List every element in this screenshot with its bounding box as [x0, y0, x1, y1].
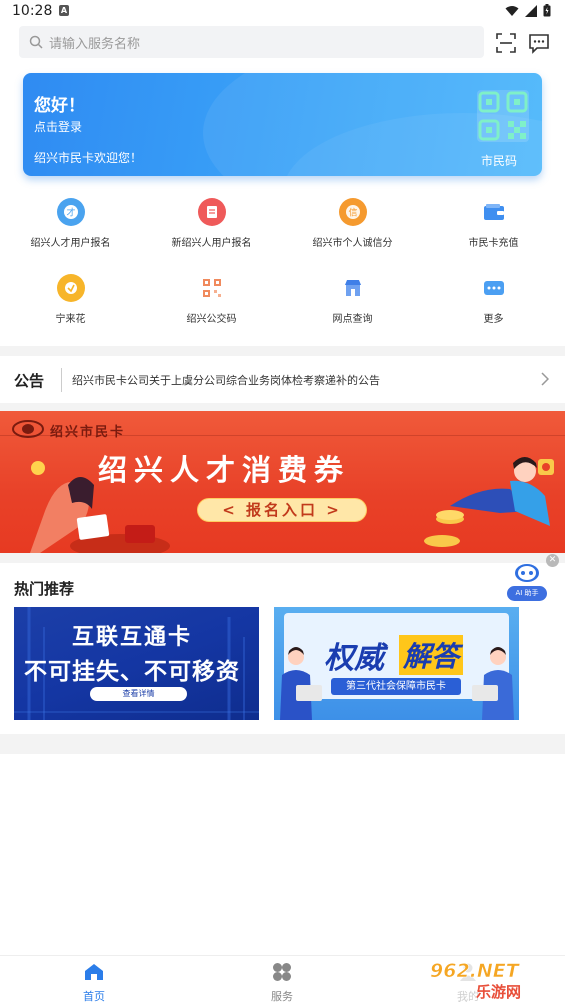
woman-illustration-icon: [30, 461, 170, 553]
section-divider: [0, 553, 565, 563]
grid-item-label: 绍兴公交码: [186, 314, 237, 325]
greeting-text: 您好！: [34, 96, 85, 116]
login-link[interactable]: 点击登录: [34, 118, 82, 135]
wallet-icon: [480, 198, 508, 226]
bus-qr-icon: [198, 274, 226, 302]
home-page: 10:28 A 请输入服务名称 您好！ 点击登录 绍兴市民卡欢迎您！ 市民码 才…: [0, 0, 565, 1004]
recommend-card-subtitle: 第三代社会保障市民卡: [331, 678, 461, 695]
notice-bar[interactable]: 公告 绍兴市民卡公司关于上虞分公司综合业务岗体检考察递补的公告: [0, 356, 565, 404]
recommend-card-title-part1: 权威: [324, 641, 384, 676]
search-placeholder: 请输入服务名称: [49, 36, 141, 52]
grid-item-label: 网点查询: [332, 314, 373, 325]
more-icon: [480, 274, 508, 302]
talent-user-icon: 才: [56, 198, 85, 226]
store-icon: [339, 274, 367, 302]
watermark-text: 乐游网: [476, 983, 521, 1001]
system-icons: [505, 4, 551, 17]
notice-text[interactable]: 绍兴市民卡公司关于上虞分公司综合业务岗体检考察递补的公告: [72, 372, 380, 388]
signal-icon: [525, 4, 537, 17]
search-icon: [29, 35, 43, 49]
man-illustration-icon: [424, 457, 554, 547]
watermark-logo: 962.NET 乐游网: [426, 957, 561, 1001]
chevron-right-icon[interactable]: [541, 372, 549, 386]
recommend-card-title: 互联互通卡: [72, 625, 193, 650]
message-icon[interactable]: [528, 32, 550, 54]
tab-service[interactable]: 服务: [252, 962, 312, 1004]
banner-logo-text: 绍兴市民卡: [50, 425, 126, 440]
close-icon[interactable]: ✕: [546, 554, 559, 567]
banner-line: [0, 435, 565, 436]
wifi-icon: [505, 5, 519, 16]
grid-item-label: 新绍兴人用户报名: [171, 238, 252, 249]
grid-item-new-resident-register[interactable]: 新绍兴人用户报名: [141, 198, 282, 249]
qr-code-label[interactable]: 市民码: [481, 152, 517, 169]
grid-item-talent-register[interactable]: 才 绍兴人才用户报名: [0, 198, 141, 249]
watermark-text: 962.NET: [430, 960, 521, 982]
grid-item-credit-score[interactable]: 信 绍兴市个人诚信分: [282, 198, 423, 249]
tab-label: 服务: [271, 990, 293, 1003]
battery-icon: [543, 4, 551, 17]
credit-icon: 信: [338, 198, 367, 226]
grid-item-label: 绍兴市个人诚信分: [312, 238, 393, 249]
notice-title: 公告: [14, 372, 45, 390]
svg-text:信: 信: [348, 207, 357, 219]
recommend-card-interconnect[interactable]: 互联互通卡 不可挂失、不可移资 查看详情: [14, 607, 259, 720]
citizen-card[interactable]: 您好！ 点击登录 绍兴市民卡欢迎您！ 市民码: [23, 73, 542, 176]
register-entry-button[interactable]: < 报名入口 >: [197, 498, 367, 522]
person-left-illustration-icon: [280, 647, 322, 720]
grid-item-card-recharge[interactable]: 市民卡充值: [423, 198, 564, 249]
grid-item-bus-qr[interactable]: 绍兴公交码: [141, 274, 282, 325]
grid-item-label: 市民卡充值: [468, 238, 519, 249]
recommend-card-authority-answer[interactable]: 权威 解答 第三代社会保障市民卡: [274, 607, 519, 720]
view-details-button[interactable]: 查看详情: [90, 687, 187, 701]
citizen-card-logo-icon: [12, 420, 44, 438]
service-icon: [273, 963, 291, 981]
notice-divider: [61, 368, 62, 392]
hot-section-title: 热门推荐: [14, 580, 75, 598]
qr-code-icon[interactable]: [476, 89, 530, 143]
home-icon: [85, 964, 103, 980]
grid-item-more[interactable]: 更多: [423, 274, 564, 325]
grid-item-label: 宁来花: [55, 314, 86, 325]
welcome-text: 绍兴市民卡欢迎您！: [34, 151, 143, 165]
search-input[interactable]: 请输入服务名称: [19, 26, 484, 58]
notification-badge-icon: A: [59, 5, 69, 16]
grid-item-label: 更多: [483, 314, 504, 325]
section-divider: [0, 403, 565, 411]
ninglaihua-icon: [56, 274, 85, 302]
status-time: 10:28: [12, 3, 53, 19]
ai-assistant-label[interactable]: AI 助手: [507, 586, 547, 601]
recommend-card-title-part2: 解答: [399, 635, 464, 675]
grid-item-outlet-search[interactable]: 网点查询: [282, 274, 423, 325]
status-bar: 10:28 A: [0, 0, 565, 22]
grid-item-label: 绍兴人才用户报名: [30, 238, 111, 249]
tab-home[interactable]: 首页: [64, 962, 124, 1004]
promo-banner[interactable]: 绍兴市民卡 绍兴人才消费券 < 报名入口 >: [0, 411, 565, 553]
svg-text:才: 才: [66, 207, 75, 219]
section-divider: [0, 734, 565, 754]
register-icon: [197, 198, 226, 226]
scan-icon[interactable]: [495, 32, 517, 54]
recommend-card-subtitle: 不可挂失、不可移资: [24, 659, 240, 685]
grid-item-ninglaihua[interactable]: 宁来花: [0, 274, 141, 325]
tab-label: 首页: [83, 990, 105, 1003]
person-right-illustration-icon: [472, 647, 514, 720]
section-divider: [0, 346, 565, 356]
